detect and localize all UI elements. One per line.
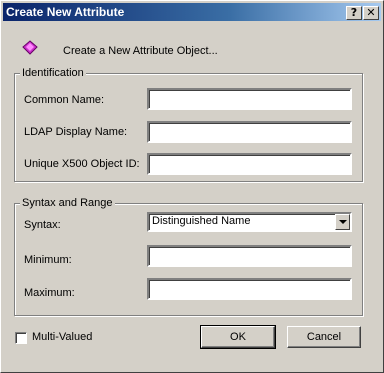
maximum-label: Maximum: xyxy=(24,287,75,299)
maximum-field[interactable] xyxy=(147,278,352,300)
ldap-display-name-label: LDAP Display Name: xyxy=(24,126,128,138)
syntax-dropdown[interactable]: Distinguished Name xyxy=(147,212,352,232)
window-title: Create New Attribute xyxy=(6,5,125,19)
chevron-down-icon[interactable] xyxy=(335,214,350,230)
dialog-description: Create a New Attribute Object... xyxy=(63,45,218,57)
syntax-selected-value: Distinguished Name xyxy=(152,215,251,227)
attribute-object-icon xyxy=(22,40,38,55)
common-name-label: Common Name: xyxy=(24,94,105,106)
close-icon: ✕ xyxy=(366,6,376,19)
common-name-field[interactable] xyxy=(147,88,352,110)
multi-valued-checkbox[interactable] xyxy=(15,332,27,344)
x500-object-id-label: Unique X500 Object ID: xyxy=(24,158,140,170)
cancel-button[interactable]: Cancel xyxy=(287,326,361,348)
help-icon: ? xyxy=(350,6,358,19)
close-button[interactable]: ✕ xyxy=(363,6,379,20)
identification-legend: Identification xyxy=(20,67,86,79)
dialog-window: Create New Attribute ? ✕ Create a New At… xyxy=(0,0,384,373)
syntax-range-legend: Syntax and Range xyxy=(20,197,115,209)
minimum-field[interactable] xyxy=(147,245,352,267)
help-button[interactable]: ? xyxy=(346,6,362,20)
syntax-label: Syntax: xyxy=(24,219,61,231)
x500-object-id-field[interactable] xyxy=(147,153,352,175)
minimum-label: Minimum: xyxy=(24,254,72,266)
ldap-display-name-field[interactable] xyxy=(147,121,352,143)
ok-button[interactable]: OK xyxy=(200,325,276,349)
multi-valued-label[interactable]: Multi-Valued xyxy=(32,331,92,343)
title-bar[interactable]: Create New Attribute ? ✕ xyxy=(3,3,381,21)
